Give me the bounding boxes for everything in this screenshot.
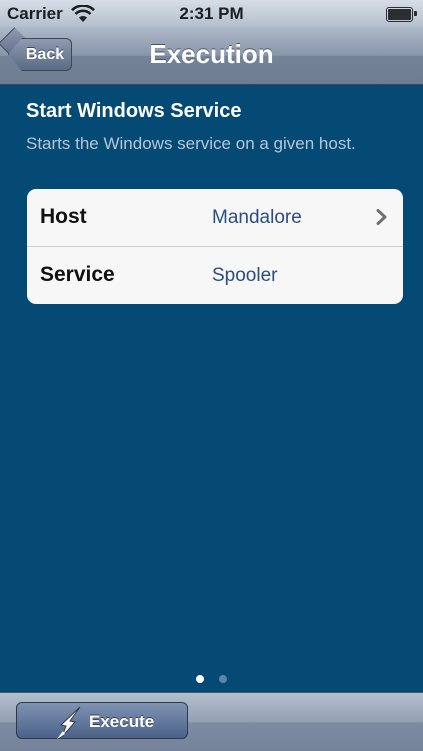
page-control[interactable] bbox=[0, 670, 423, 688]
action-description: Starts the Windows service on a given ho… bbox=[26, 134, 356, 153]
host-label: Host bbox=[40, 205, 87, 228]
table-row-service[interactable]: Service Spooler bbox=[27, 247, 403, 304]
lightning-icon bbox=[57, 706, 81, 739]
page-title: Execution bbox=[149, 39, 274, 69]
page-dot[interactable] bbox=[218, 675, 227, 683]
bottom-toolbar: Execute bbox=[0, 692, 423, 751]
battery-icon bbox=[386, 7, 417, 22]
parameters-table: Host Mandalore Service Spooler bbox=[27, 189, 403, 304]
table-row-host[interactable]: Host Mandalore bbox=[27, 189, 403, 247]
host-value: Mandalore bbox=[212, 207, 302, 228]
status-bar: Carrier 2:31 PM bbox=[0, 0, 423, 27]
page-dot-active[interactable] bbox=[196, 675, 205, 683]
execute-button-label: Execute bbox=[89, 712, 155, 731]
action-heading: Start Windows Service bbox=[26, 100, 242, 122]
service-label: Service bbox=[40, 263, 115, 286]
status-time: 2:31 PM bbox=[179, 4, 244, 23]
service-value: Spooler bbox=[212, 265, 278, 286]
chevron-right-icon bbox=[376, 209, 387, 225]
navigation-bar: Back Execution bbox=[0, 27, 423, 85]
execute-button[interactable]: Execute bbox=[16, 702, 188, 739]
